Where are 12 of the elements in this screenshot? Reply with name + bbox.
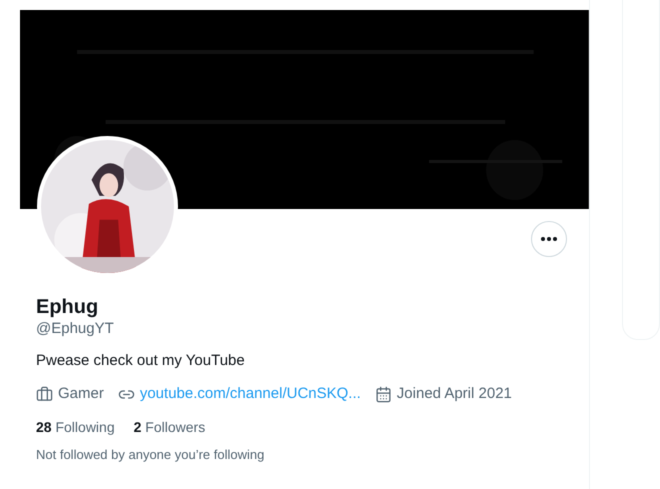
more-icon: [540, 237, 557, 241]
profession-label: Gamer: [58, 384, 104, 404]
calendar-icon: [374, 386, 392, 402]
user-handle: @EphugYT: [36, 319, 115, 339]
join-date: Joined April 2021: [396, 384, 512, 404]
bio-text: Pwease check out my YouTube: [36, 351, 246, 371]
stat-link[interactable]: 28 Following: [36, 417, 115, 437]
briefcase-icon: [36, 386, 53, 402]
stat-link[interactable]: 2 Followers: [134, 417, 206, 437]
display-name: Ephug: [36, 295, 100, 319]
more-button[interactable]: [530, 221, 567, 257]
followers-note: Not followed by anyone you’re following: [36, 447, 266, 463]
